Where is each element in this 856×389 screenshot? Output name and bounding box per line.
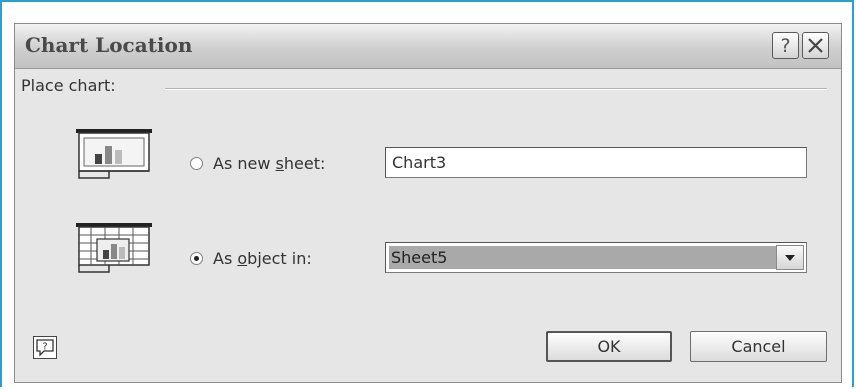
new-sheet-radio[interactable] bbox=[190, 157, 203, 170]
context-help-button[interactable]: ? bbox=[33, 336, 57, 359]
object-in-dropdown[interactable]: Sheet5 bbox=[385, 242, 807, 273]
group-divider bbox=[165, 88, 827, 90]
close-icon bbox=[808, 38, 823, 53]
group-label: Place chart: bbox=[21, 76, 124, 95]
ok-button[interactable]: OK bbox=[546, 331, 672, 362]
close-button[interactable] bbox=[802, 32, 829, 59]
svg-text:?: ? bbox=[42, 342, 47, 353]
new-sheet-label: As new sheet: bbox=[213, 154, 326, 173]
dialog-title: Chart Location bbox=[25, 33, 193, 57]
chart-location-dialog: Chart Location ? Place chart: As new she… bbox=[14, 23, 842, 383]
object-in-label: As object in: bbox=[213, 249, 312, 268]
help-button[interactable]: ? bbox=[772, 32, 799, 59]
object-in-radio[interactable] bbox=[190, 252, 203, 265]
object-in-option[interactable]: As object in: bbox=[190, 249, 312, 268]
title-bar: Chart Location ? bbox=[15, 24, 841, 69]
new-sheet-option[interactable]: As new sheet: bbox=[190, 154, 325, 173]
dropdown-button[interactable] bbox=[776, 245, 804, 270]
embedded-chart-icon bbox=[76, 223, 152, 273]
chart-sheet-icon bbox=[76, 129, 152, 179]
new-sheet-name-field[interactable]: Chart3 bbox=[385, 147, 807, 178]
help-bubble-icon: ? bbox=[36, 339, 54, 357]
object-in-selected-value: Sheet5 bbox=[389, 246, 777, 269]
cancel-button[interactable]: Cancel bbox=[690, 331, 827, 362]
chevron-down-icon bbox=[785, 254, 795, 261]
